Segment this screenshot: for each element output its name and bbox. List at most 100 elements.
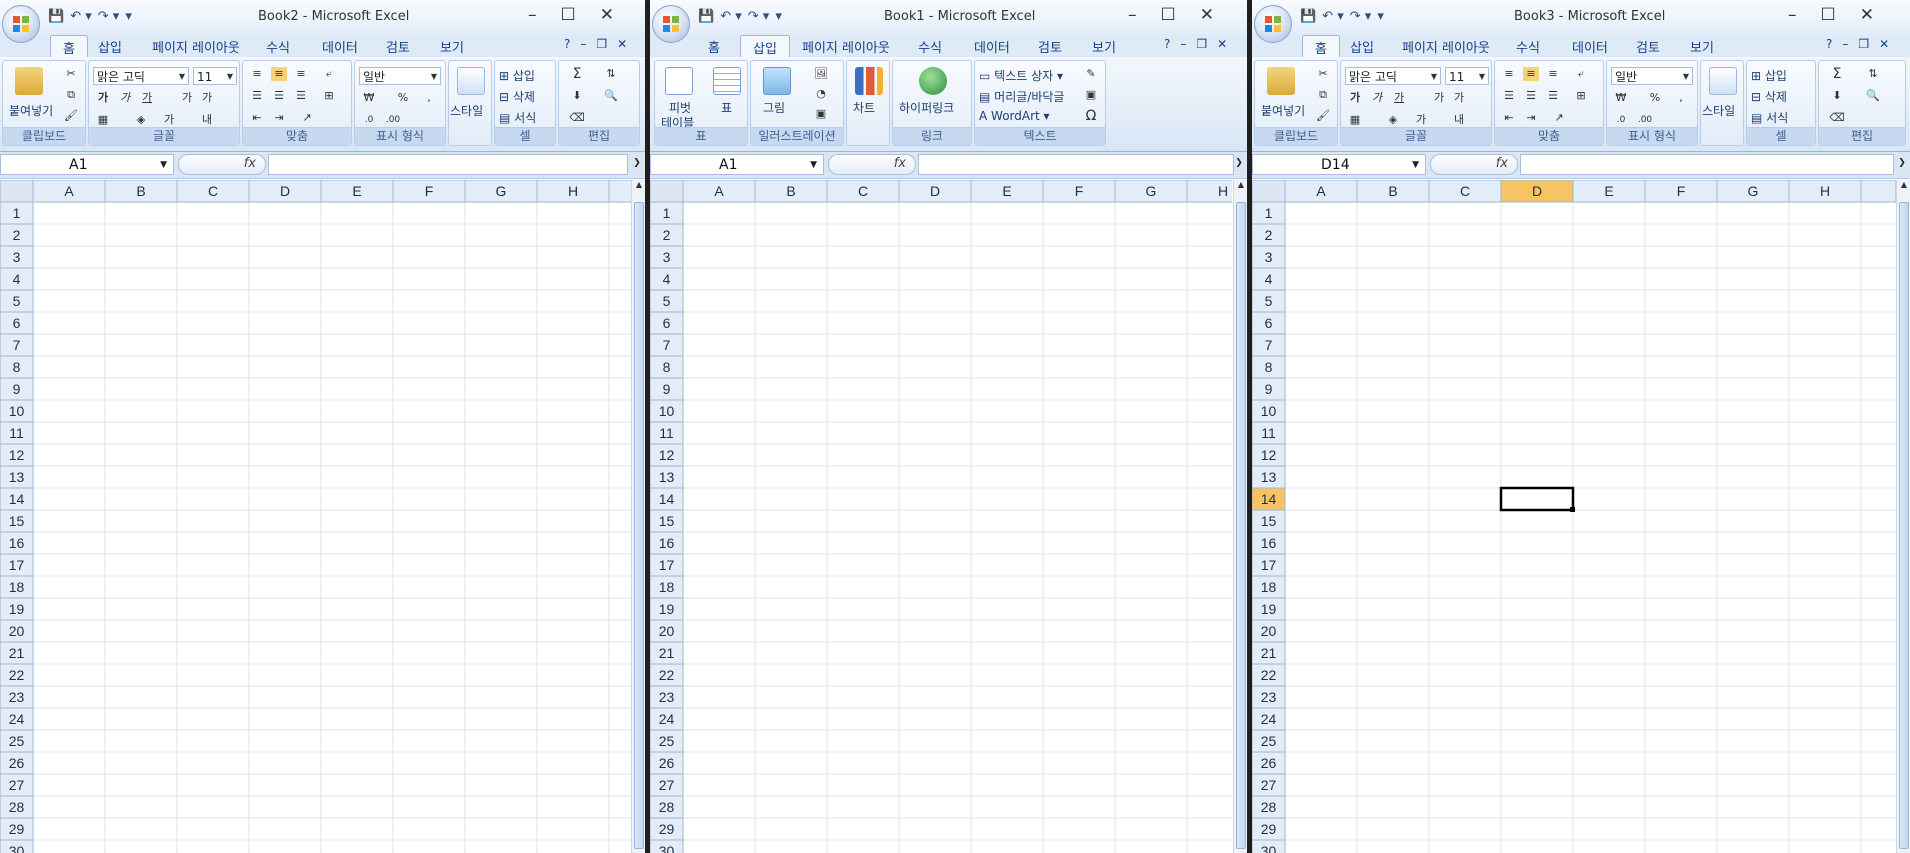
decrease-decimal-icon[interactable]: .00: [385, 113, 401, 127]
ribbon-minimize-icon[interactable]: –: [1180, 37, 1186, 51]
shapes-icon[interactable]: ◔: [813, 87, 829, 101]
number-format-select[interactable]: 일반 ▼: [359, 67, 441, 85]
tab-data[interactable]: 데이터: [322, 37, 358, 56]
picture-icon[interactable]: [763, 67, 791, 95]
find-icon[interactable]: 🔍: [1865, 89, 1881, 103]
align-center-icon[interactable]: ☰: [271, 89, 287, 103]
signature-icon[interactable]: ✎: [1083, 67, 1099, 81]
expand-formula-icon[interactable]: ❯: [1896, 158, 1908, 172]
font-size-select[interactable]: 11 ▼: [193, 67, 237, 85]
maximize-icon[interactable]: ☐: [561, 5, 576, 25]
merge-icon[interactable]: ⊞: [321, 89, 337, 103]
insert-function-button[interactable]: fx: [828, 154, 916, 175]
merge-icon[interactable]: ⊞: [1573, 89, 1589, 103]
fill-icon[interactable]: ⬇: [1829, 89, 1845, 103]
align-bottom-icon[interactable]: ≡: [1545, 67, 1561, 81]
expand-formula-icon[interactable]: ❯: [631, 158, 643, 172]
minimize-icon[interactable]: –: [528, 5, 537, 25]
maximize-icon[interactable]: ☐: [1821, 5, 1836, 25]
table-icon[interactable]: [713, 67, 741, 95]
phonetic-icon[interactable]: 내: [1451, 113, 1467, 127]
picture-button[interactable]: 그림: [763, 99, 785, 116]
header-footer-button[interactable]: ▤ 머리글/바닥글: [979, 88, 1064, 105]
align-center-icon[interactable]: ☰: [1523, 89, 1539, 103]
orientation-icon[interactable]: ↗: [1551, 111, 1567, 125]
formula-input[interactable]: [1520, 154, 1894, 175]
styles-button[interactable]: 스타일: [1702, 102, 1735, 119]
vertical-scrollbar[interactable]: ▲: [631, 180, 645, 853]
paste-icon[interactable]: [1267, 67, 1295, 95]
insert-function-button[interactable]: fx: [178, 154, 266, 175]
formula-input[interactable]: [918, 154, 1234, 175]
tab-view[interactable]: 보기: [440, 37, 464, 56]
tab-formulas[interactable]: 수식: [266, 37, 290, 56]
copy-icon[interactable]: ⧉: [63, 88, 79, 102]
format-painter-icon[interactable]: 🖌: [63, 109, 79, 123]
sort-filter-icon[interactable]: ⇅: [603, 67, 619, 81]
maximize-icon[interactable]: ☐: [1161, 5, 1176, 25]
increase-decimal-icon[interactable]: .0: [1613, 113, 1629, 127]
table-button[interactable]: 표: [721, 99, 732, 116]
font-name-select[interactable]: 맑은 고딕 ▼: [93, 67, 189, 85]
vertical-scrollbar[interactable]: ▲: [1896, 180, 1910, 853]
insert-cells-button[interactable]: ⊞ 삽입: [1751, 67, 1787, 84]
tab-page-layout[interactable]: 페이지 레이아웃: [1402, 37, 1490, 56]
close-icon[interactable]: ✕: [600, 5, 614, 25]
orientation-icon[interactable]: ↗: [299, 111, 315, 125]
decrease-indent-icon[interactable]: ⇤: [249, 111, 265, 125]
worksheet-grid[interactable]: A B C D E F G H 1 2 3 4 5 6 7 8 9 10 11 12 13 14 15 16 17 18 19 20 2…: [0, 180, 645, 853]
align-left-icon[interactable]: ☰: [1501, 89, 1517, 103]
chart-icon[interactable]: [855, 67, 883, 95]
minimize-icon[interactable]: –: [1128, 5, 1137, 25]
underline-icon[interactable]: 가: [139, 91, 155, 105]
percent-button[interactable]: %: [1647, 91, 1663, 105]
vertical-scrollbar[interactable]: ▲: [1233, 180, 1247, 853]
smartart-icon[interactable]: ▣: [813, 107, 829, 121]
paste-button[interactable]: 붙여넣기: [1261, 102, 1305, 119]
redo-icon[interactable]: ↷ ▾: [98, 9, 120, 24]
decrease-indent-icon[interactable]: ⇤: [1501, 111, 1517, 125]
tab-home[interactable]: 홈: [708, 37, 720, 56]
fill-icon[interactable]: ⬇: [569, 89, 585, 103]
save-icon[interactable]: 💾: [48, 9, 64, 24]
close-icon[interactable]: ✕: [1860, 5, 1874, 25]
shrink-font-icon[interactable]: 가: [1451, 91, 1467, 105]
align-right-icon[interactable]: ☰: [293, 89, 309, 103]
comma-button[interactable]: ,: [1673, 91, 1689, 105]
italic-icon[interactable]: 가: [117, 91, 133, 105]
symbol-button[interactable]: Ω: [1083, 109, 1099, 123]
customize-icon[interactable]: ▾: [775, 9, 782, 24]
decrease-decimal-icon[interactable]: .00: [1637, 113, 1653, 127]
tab-view[interactable]: 보기: [1690, 37, 1714, 56]
ribbon-restore-icon[interactable]: ❐: [1196, 37, 1207, 51]
tab-review[interactable]: 검토: [1636, 37, 1660, 56]
tab-data[interactable]: 데이터: [1572, 37, 1608, 56]
align-top-icon[interactable]: ≡: [249, 67, 265, 81]
ribbon-close-icon[interactable]: ✕: [1217, 37, 1227, 51]
format-cells-button[interactable]: ▤ 서식: [1751, 109, 1788, 126]
format-painter-icon[interactable]: 🖌: [1315, 109, 1331, 123]
grow-font-icon[interactable]: 가: [179, 91, 195, 105]
align-bottom-icon[interactable]: ≡: [293, 67, 309, 81]
tab-data[interactable]: 데이터: [974, 37, 1010, 56]
tab-insert[interactable]: 삽입: [98, 37, 122, 56]
phonetic-icon[interactable]: 내: [199, 113, 215, 127]
worksheet-grid[interactable]: A B C D E F G H 1 2 3 4 5 6 7 8 9 10 11 12 13 14 15 16 17 18 19 20 2…: [650, 180, 1247, 853]
styles-button[interactable]: 스타일: [450, 102, 483, 119]
selected-cell[interactable]: [1499, 486, 1575, 512]
grow-font-icon[interactable]: 가: [1431, 91, 1447, 105]
styles-icon[interactable]: [1709, 67, 1737, 95]
worksheet-grid[interactable]: A B C D E F G H 1 2 3 4 5 6 7 8 9 10 11 12 13 14 15 16 17 18 19 20 2…: [1252, 180, 1910, 853]
increase-decimal-icon[interactable]: .0: [361, 113, 377, 127]
close-icon[interactable]: ✕: [1200, 5, 1214, 25]
autosum-icon[interactable]: Σ: [569, 67, 585, 81]
help-icon[interactable]: ?: [1164, 37, 1170, 51]
customize-icon[interactable]: ▾: [1377, 9, 1384, 24]
increase-indent-icon[interactable]: ⇥: [271, 111, 287, 125]
name-box[interactable]: A1 ▼: [650, 154, 824, 175]
clear-icon[interactable]: ⌫: [1829, 111, 1845, 125]
save-icon[interactable]: 💾: [1300, 9, 1316, 24]
tab-page-layout[interactable]: 페이지 레이아웃: [152, 37, 240, 56]
select-all-corner[interactable]: [0, 180, 34, 203]
find-icon[interactable]: 🔍: [603, 89, 619, 103]
